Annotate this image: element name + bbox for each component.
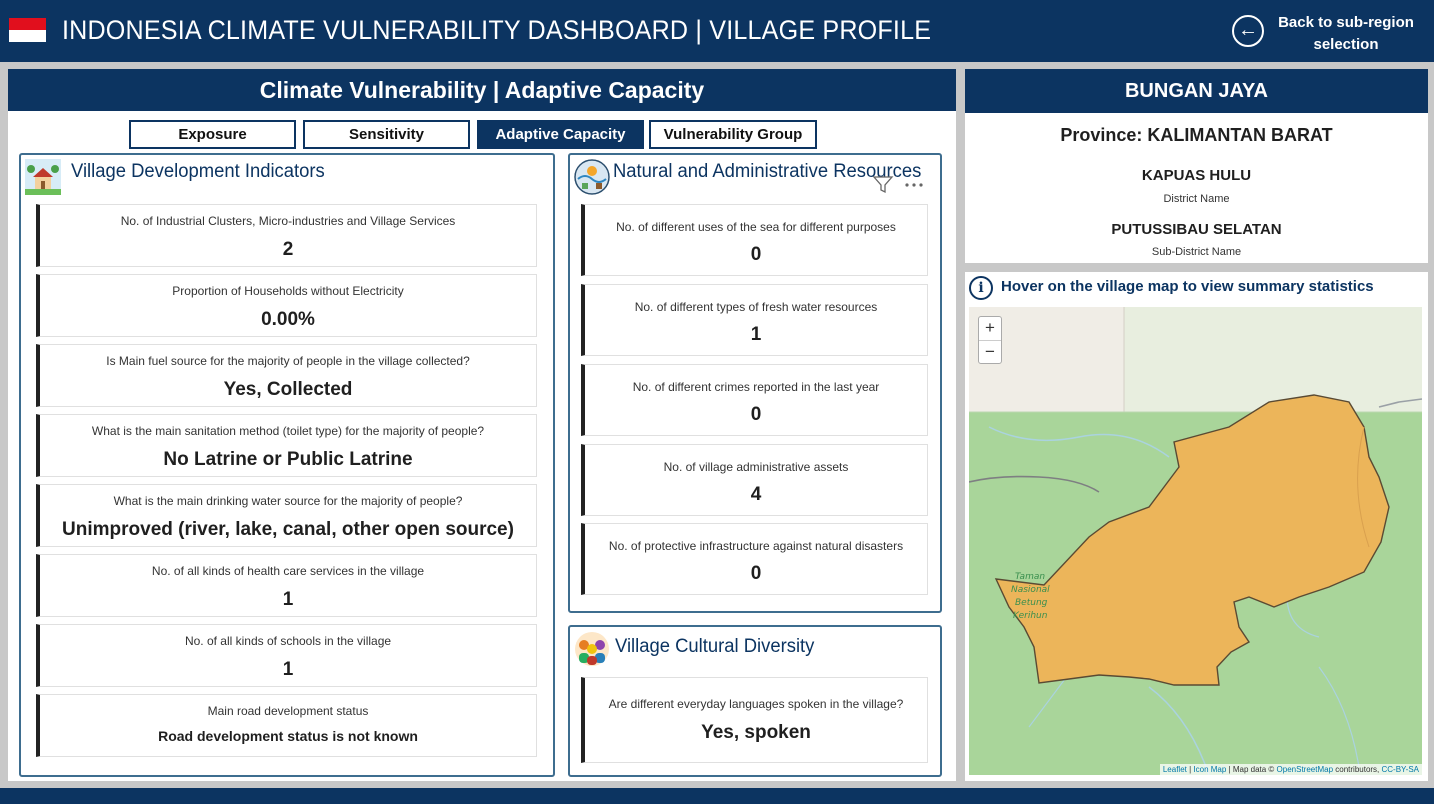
kpi-question: No. of different uses of the sea for dif… [616, 220, 896, 234]
kpi-value: 0 [750, 563, 762, 584]
kpi-question: No. of different types of fresh water re… [634, 300, 878, 314]
license-link[interactable]: CC-BY-SA [1382, 765, 1420, 774]
village-map-panel: i Hover on the village map to view summa… [965, 272, 1428, 781]
people-group-icon [575, 632, 609, 666]
village-info-panel: BUNGAN JAYA Province: KALIMANTAN BARAT K… [965, 69, 1428, 263]
zoom-out-button[interactable]: − [979, 340, 1001, 363]
kpi-value: 2 [282, 239, 294, 260]
natural-resources-card: Natural and Administrative Resources No.… [568, 153, 942, 613]
kpi-card: Is Main fuel source for the majority of … [36, 344, 537, 407]
kpi-card: What is the main sanitation method (toil… [36, 414, 537, 477]
kpi-card: Are different everyday languages spoken … [581, 677, 928, 763]
kpi-question: Are different everyday languages spoken … [608, 697, 904, 711]
district-label: District Name [1163, 193, 1230, 205]
province-name: Province: KALIMANTAN BARAT [1060, 125, 1333, 145]
panel-title: Climate Vulnerability | Adaptive Capacit… [8, 69, 956, 111]
kpi-card: Main road development status Road develo… [36, 694, 537, 757]
kpi-question: No. of protective infrastructure against… [608, 539, 904, 553]
kpi-value: Yes, Collected [223, 379, 353, 400]
park-label-line: Kerihun [1013, 611, 1048, 621]
indonesia-flag-icon [9, 18, 46, 42]
kpi-value: 1 [282, 659, 294, 680]
kpi-value: 0.00% [261, 309, 315, 330]
kpi-card: No. of different types of fresh water re… [581, 284, 928, 356]
subdistrict-label: Sub-District Name [1151, 246, 1242, 258]
cultural-diversity-card: Village Cultural Diversity Are different… [568, 625, 942, 777]
arrow-left-icon: ← [1232, 15, 1264, 47]
kpi-value: 0 [750, 244, 762, 265]
park-label-line: Taman [1015, 572, 1045, 582]
icon-map-link[interactable]: Icon Map [1193, 765, 1226, 774]
cultural-diversity-title: Village Cultural Diversity [615, 636, 815, 657]
kpi-question: Main road development status [207, 704, 369, 718]
osm-link[interactable]: OpenStreetMap [1277, 765, 1333, 774]
kpi-question: No. of all kinds of health care services… [151, 564, 425, 578]
tab-sensitivity[interactable]: Sensitivity [303, 120, 470, 149]
kpi-value: No Latrine or Public Latrine [163, 449, 413, 470]
back-to-subregion-button[interactable]: ← Back to sub-region selection [1230, 12, 1430, 54]
climate-vulnerability-panel: Climate Vulnerability | Adaptive Capacit… [8, 69, 956, 781]
village-development-card: Village Development Indicators No. of In… [19, 153, 555, 777]
kpi-card: No. of Industrial Clusters, Micro-indust… [36, 204, 537, 267]
top-bar: INDONESIA CLIMATE VULNERABILITY DASHBOAR… [0, 0, 1434, 62]
kpi-question: What is the main drinking water source f… [113, 494, 463, 508]
kpi-card: No. of all kinds of schools in the villa… [36, 624, 537, 687]
info-icon: i [969, 276, 993, 300]
kpi-value: 0 [750, 404, 762, 425]
village-development-title: Village Development Indicators [71, 161, 325, 182]
map-hint: Hover on the village map to view summary… [1001, 278, 1374, 295]
app-title: INDONESIA CLIMATE VULNERABILITY DASHBOAR… [62, 15, 932, 45]
filter-icon[interactable] [872, 175, 894, 195]
kpi-card: No. of different uses of the sea for dif… [581, 204, 928, 276]
kpi-card: No. of protective infrastructure against… [581, 523, 928, 595]
tab-adaptive-capacity[interactable]: Adaptive Capacity [477, 120, 644, 149]
kpi-card: No. of village administrative assets 4 [581, 444, 928, 516]
village-name: BUNGAN JAYA [965, 69, 1428, 113]
map-canvas[interactable]: Taman Nasional Betung Kerihun [969, 307, 1422, 775]
natural-resources-icon [574, 159, 610, 195]
district-name: KAPUAS HULU [1141, 167, 1252, 184]
tab-exposure[interactable]: Exposure [129, 120, 296, 149]
village-map[interactable]: Taman Nasional Betung Kerihun + − Leafle… [969, 307, 1422, 775]
kpi-question: No. of Industrial Clusters, Micro-indust… [120, 214, 456, 228]
kpi-question: What is the main sanitation method (toil… [91, 424, 485, 438]
kpi-value: 1 [282, 589, 294, 610]
kpi-value: 4 [750, 484, 762, 505]
attrib-text: | Map data © [1226, 765, 1277, 774]
kpi-question: No. of all kinds of schools in the villa… [184, 634, 392, 648]
kpi-value: 1 [750, 324, 762, 345]
tab-vulnerability-group[interactable]: Vulnerability Group [649, 120, 817, 149]
kpi-card: Proportion of Households without Electri… [36, 274, 537, 337]
kpi-card: What is the main drinking water source f… [36, 484, 537, 547]
kpi-question: Proportion of Households without Electri… [172, 284, 404, 298]
visual-header-tools [870, 175, 928, 195]
attrib-text: contributors, [1333, 765, 1382, 774]
kpi-value: Road development status is not known [158, 728, 418, 744]
map-zoom-control: + − [978, 316, 1002, 364]
map-attribution: Leaflet | Icon Map | Map data © OpenStre… [1159, 764, 1422, 775]
bottom-bar [0, 788, 1434, 804]
village-houses-icon [25, 159, 61, 195]
park-label-line: Nasional [1011, 585, 1050, 595]
kpi-value: Unimproved (river, lake, canal, other op… [62, 519, 514, 540]
kpi-question: No. of village administrative assets [663, 460, 849, 474]
kpi-question: No. of different crimes reported in the … [632, 380, 880, 394]
zoom-in-button[interactable]: + [979, 317, 1001, 340]
kpi-question: Is Main fuel source for the majority of … [106, 354, 470, 368]
more-options-icon[interactable] [902, 175, 926, 195]
leaflet-link[interactable]: Leaflet [1163, 765, 1187, 774]
kpi-card: No. of all kinds of health care services… [36, 554, 537, 617]
kpi-value: Yes, spoken [701, 722, 811, 743]
kpi-card: No. of different crimes reported in the … [581, 364, 928, 436]
subdistrict-name: PUTUSSIBAU SELATAN [1111, 221, 1282, 238]
park-label-line: Betung [1015, 598, 1048, 608]
back-button-label: Back to sub-region selection [1278, 14, 1414, 53]
